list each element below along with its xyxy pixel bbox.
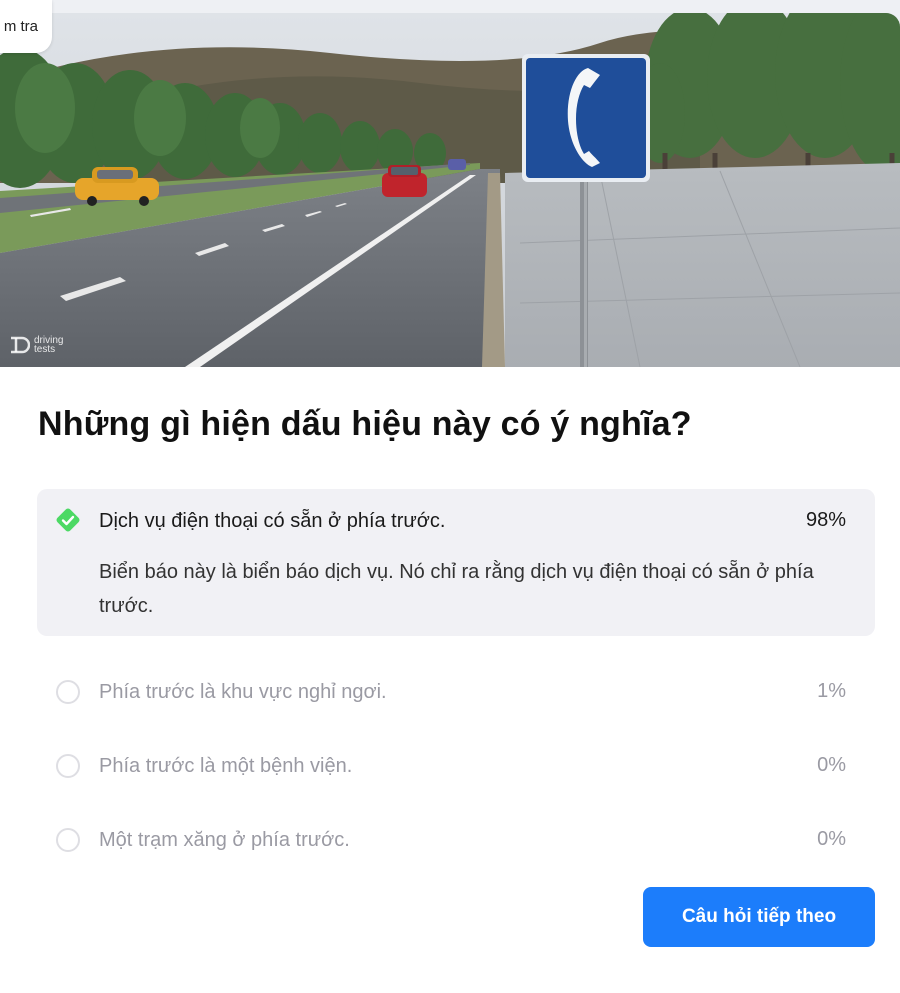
answer-text: Dịch vụ điện thoại có sẵn ở phía trước. <box>99 510 446 532</box>
answer-text: Phía trước là khu vực nghỉ ngơi. <box>99 681 387 703</box>
answer-percent: 0% <box>817 754 846 776</box>
answer-percent: 1% <box>817 680 846 702</box>
question-card: driving tests Những gì hiện dấu hiệu này… <box>0 13 900 993</box>
watermark-line-2: tests <box>34 344 56 355</box>
answer-option-1[interactable]: Dịch vụ điện thoại có sẵn ở phía trước. … <box>37 489 875 636</box>
answer-percent: 98% <box>805 509 846 531</box>
radio-circle-icon <box>56 754 80 778</box>
answer-explanation: Biển báo này là biển báo dịch vụ. Nó chỉ… <box>99 561 814 617</box>
radio-circle-icon <box>56 680 80 704</box>
drivingtests-watermark: driving tests <box>8 335 63 355</box>
answer-option-2[interactable]: Phía trước là khu vực nghỉ ngơi. 1% <box>37 663 875 721</box>
exit-test-label: m tra <box>3 18 38 35</box>
answer-text: Một trạm xăng ở phía trước. <box>99 829 350 851</box>
answer-percent: 0% <box>817 828 846 850</box>
question-image: driving tests <box>0 13 900 367</box>
answer-text: Phía trước là một bệnh viện. <box>99 755 353 777</box>
question-text: Những gì hiện dấu hiệu này có ý nghĩa? <box>38 405 692 443</box>
correct-check-icon <box>56 508 80 532</box>
radio-circle-icon <box>56 828 80 852</box>
next-question-button[interactable]: Câu hỏi tiếp theo <box>643 887 875 947</box>
answer-option-3[interactable]: Phía trước là một bệnh viện. 0% <box>37 737 875 795</box>
exit-test-button[interactable]: m tra <box>0 0 52 53</box>
drivingtests-logo-icon <box>11 336 30 354</box>
answer-option-4[interactable]: Một trạm xăng ở phía trước. 0% <box>37 811 875 869</box>
